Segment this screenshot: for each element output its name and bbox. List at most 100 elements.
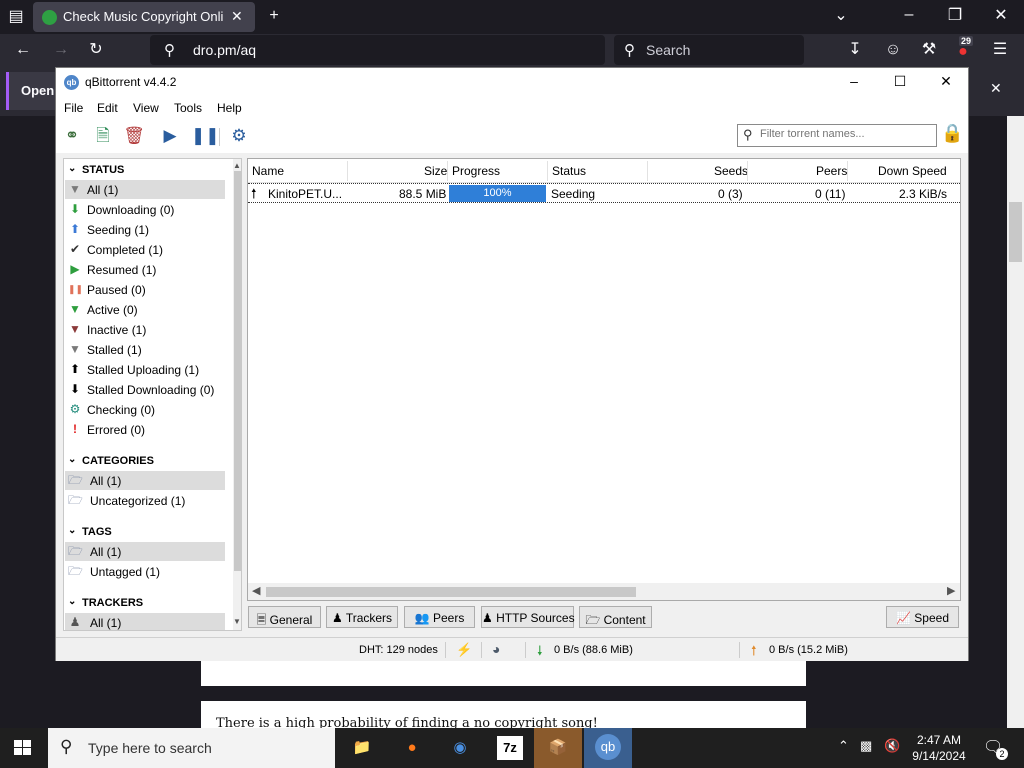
trackers-section-header[interactable]: ⌄ TRACKERS [64, 594, 227, 612]
network-icon[interactable]: ▩ [860, 738, 872, 754]
status-filter-item[interactable]: ▼ Inactive (1) [65, 320, 225, 339]
account-icon[interactable]: ☺ [883, 41, 903, 59]
status-filter-item[interactable]: ⬇ Downloading (0) [65, 200, 225, 219]
tab-general[interactable]: 🗏 General [248, 606, 321, 628]
status-filter-item[interactable]: ⬆ Stalled Uploading (1) [65, 360, 225, 379]
column-header-seeds[interactable]: Seeds [714, 164, 748, 178]
status-filter-item[interactable]: ❚❚ Paused (0) [65, 280, 225, 299]
downloads-icon[interactable]: ↧ [845, 41, 865, 59]
maximize-icon[interactable]: ☐ [888, 73, 912, 91]
lock-icon[interactable]: 🔒 [941, 123, 963, 149]
scroll-right-icon[interactable]: ▶ [947, 584, 955, 597]
tags-section-header[interactable]: ⌄ TAGS [64, 523, 227, 541]
options-gear-icon[interactable]: ⚙ [228, 125, 250, 147]
categories-section-header[interactable]: ⌄ CATEGORIES [64, 452, 227, 470]
search-bar[interactable]: ⚲ Search [614, 35, 804, 65]
resume-icon[interactable]: ▶ [159, 125, 181, 147]
qbittorrent-taskbar-button[interactable]: qb [584, 728, 632, 768]
hamburger-menu-icon[interactable]: ☰ [990, 41, 1010, 59]
tab-trackers[interactable]: ♟ Trackers [326, 606, 398, 628]
column-header-status[interactable]: Status [552, 164, 586, 178]
chrome-icon[interactable]: ◉ [444, 733, 476, 763]
tag-untagged[interactable]: 🗁 Untagged (1) [65, 562, 225, 581]
menu-file[interactable]: File [64, 101, 83, 115]
firefox-icon[interactable]: ● [396, 733, 428, 763]
category-uncategorized[interactable]: 🗁 Uncategorized (1) [65, 491, 225, 510]
scrollbar-thumb[interactable] [266, 587, 636, 597]
status-filter-item[interactable]: ⚙ Checking (0) [65, 400, 225, 419]
show-hidden-icons-chevron-icon[interactable]: ⌃ [838, 738, 849, 754]
tag-all[interactable]: 🗁 All (1) [65, 542, 225, 561]
new-tab-icon[interactable]: + [264, 7, 284, 25]
status-filter-item[interactable]: ▶ Resumed (1) [65, 260, 225, 279]
minimize-icon[interactable]: – [899, 6, 919, 24]
filter-torrent-input[interactable] [760, 128, 930, 140]
file-explorer-icon[interactable]: 📁 [346, 733, 378, 763]
tab-list-icon[interactable]: ▤ [6, 8, 26, 26]
column-header-down-speed[interactable]: Down Speed [878, 164, 947, 178]
column-header-peers[interactable]: Peers [816, 164, 847, 178]
filter-input-box[interactable]: ⚲ [737, 124, 937, 147]
tab-speed[interactable]: 📈 Speed [886, 606, 959, 628]
status-section-header[interactable]: ⌄ STATUS [64, 161, 227, 179]
reload-icon[interactable]: ↻ [86, 41, 106, 59]
close-window-icon[interactable]: ✕ [991, 7, 1011, 25]
close-icon[interactable]: ✕ [934, 73, 958, 91]
menu-edit[interactable]: Edit [97, 101, 118, 115]
pause-icon[interactable]: ❚❚ [191, 125, 220, 147]
column-header-progress[interactable]: Progress [452, 164, 500, 178]
add-torrent-file-icon[interactable]: 🗎 [92, 125, 114, 147]
taskbar-clock[interactable]: 2:47 AM 9/14/2024 [905, 732, 973, 764]
category-all[interactable]: 🗁 All (1) [65, 471, 225, 490]
add-torrent-link-icon[interactable]: ⚭ [61, 125, 83, 147]
status-filter-item[interactable]: ✔ Completed (1) [65, 240, 225, 259]
forward-icon[interactable]: → [51, 41, 71, 59]
torrent-seeds: 0 (3) [718, 187, 743, 201]
upload-speed[interactable]: 0 B/s (15.2 MiB) [769, 644, 848, 656]
speed-limits-icon[interactable]: ◕ [492, 641, 500, 657]
table-horizontal-scrollbar[interactable]: ◀ ▶ [248, 583, 960, 600]
scroll-left-icon[interactable]: ◀ [252, 584, 260, 597]
back-icon[interactable]: ← [13, 41, 33, 59]
scroll-down-icon[interactable]: ▼ [233, 617, 241, 626]
status-filter-item[interactable]: ⬆ Seeding (1) [65, 220, 225, 239]
scrollbar-thumb[interactable] [1009, 202, 1022, 262]
status-filter-item[interactable]: ! Errored (0) [65, 420, 225, 439]
status-filter-item[interactable]: ▼ Active (0) [65, 300, 225, 319]
page-scrollbar[interactable] [1007, 116, 1024, 728]
minimize-icon[interactable]: – [842, 73, 866, 91]
windows-start-icon[interactable] [14, 740, 32, 756]
table-row[interactable]: 🠕 KinitoPET.U... 88.5 MiB 100% Seeding 0… [248, 183, 960, 203]
browser-tab[interactable]: Check Music Copyright Online ✕ [33, 2, 255, 32]
delete-icon[interactable]: 🗑 [123, 125, 145, 147]
sidebar-scrollbar[interactable]: ▲ ▼ [233, 159, 241, 630]
status-filter-item[interactable]: ▼ Stalled (1) [65, 340, 225, 359]
menu-tools[interactable]: Tools [174, 101, 202, 115]
title-bar[interactable]: qb qBittorrent v4.4.2 – ☐ ✕ [56, 68, 968, 97]
volume-muted-icon[interactable]: 🔇 [884, 738, 900, 754]
connection-status-icon[interactable]: ⚡ [456, 642, 472, 658]
tracker-all[interactable]: ♟ All (1) [65, 613, 225, 630]
close-tab-icon[interactable]: ✕ [231, 8, 243, 25]
restore-icon[interactable]: ❐ [945, 7, 965, 25]
column-header-name[interactable]: Name [252, 164, 284, 178]
search-icon: ⚲ [624, 42, 635, 59]
7zip-icon[interactable]: 7z [497, 736, 523, 760]
scroll-up-icon[interactable]: ▲ [233, 161, 241, 170]
status-filter-item[interactable]: ▼ All (1) [65, 180, 225, 199]
installer-package-icon[interactable]: 📦 [534, 728, 582, 768]
download-speed[interactable]: 0 B/s (88.6 MiB) [554, 644, 633, 656]
extensions-icon[interactable]: ⚒ [919, 41, 939, 59]
tab-http-sources[interactable]: ♟ HTTP Sources [481, 606, 575, 628]
status-filter-item[interactable]: ⬇ Stalled Downloading (0) [65, 380, 225, 399]
tab-peers[interactable]: 👥 Peers [404, 606, 475, 628]
menu-help[interactable]: Help [217, 101, 242, 115]
scrollbar-thumb[interactable] [234, 171, 241, 571]
menu-view[interactable]: View [133, 101, 159, 115]
taskbar-search-box[interactable]: ⚲ Type here to search [48, 728, 335, 768]
close-notification-icon[interactable]: ✕ [990, 80, 1002, 97]
column-header-size[interactable]: Size [424, 164, 447, 178]
url-bar[interactable]: ⚲ dro.pm/aq [150, 35, 605, 65]
tab-content[interactable]: 🗁 Content [579, 606, 652, 628]
list-all-tabs-icon[interactable]: ⌄ [831, 7, 851, 25]
